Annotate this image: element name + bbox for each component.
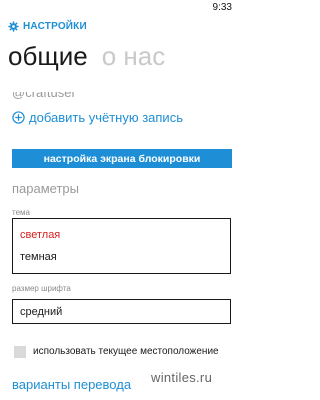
lock-screen-settings-button[interactable]: настройка экрана блокировки	[12, 149, 232, 168]
theme-option-dark[interactable]: темная	[20, 251, 57, 263]
theme-label: тема	[12, 208, 30, 217]
gear-icon	[8, 20, 19, 32]
theme-picker[interactable]: светлая темная	[12, 218, 231, 274]
app-header: НАСТРОЙКИ	[8, 19, 87, 33]
location-checkbox-label: использовать текущее местоположение	[33, 346, 219, 357]
font-size-value: средний	[20, 306, 63, 318]
translation-variants-link[interactable]: варианты перевода	[12, 377, 131, 392]
app-title: НАСТРОЙКИ	[23, 20, 87, 32]
font-size-label: размер шрифта	[12, 284, 71, 293]
font-size-select[interactable]: средний	[12, 299, 231, 324]
pivot-tab-about[interactable]: о нас	[102, 40, 166, 72]
account-handle[interactable]: @craftuser	[12, 92, 76, 102]
pivot-header: общие о нас	[8, 40, 165, 72]
status-time: 9:33	[212, 2, 232, 13]
add-account-label: добавить учётную запись	[29, 110, 183, 125]
parameters-heading: параметры	[12, 181, 79, 196]
location-checkbox[interactable]	[14, 346, 26, 358]
add-circle-icon	[12, 111, 25, 124]
pivot-tab-general[interactable]: общие	[8, 40, 88, 72]
add-account-button[interactable]: добавить учётную запись	[12, 110, 183, 125]
watermark: wintiles.ru	[151, 370, 213, 385]
theme-option-light[interactable]: светлая	[20, 229, 60, 241]
